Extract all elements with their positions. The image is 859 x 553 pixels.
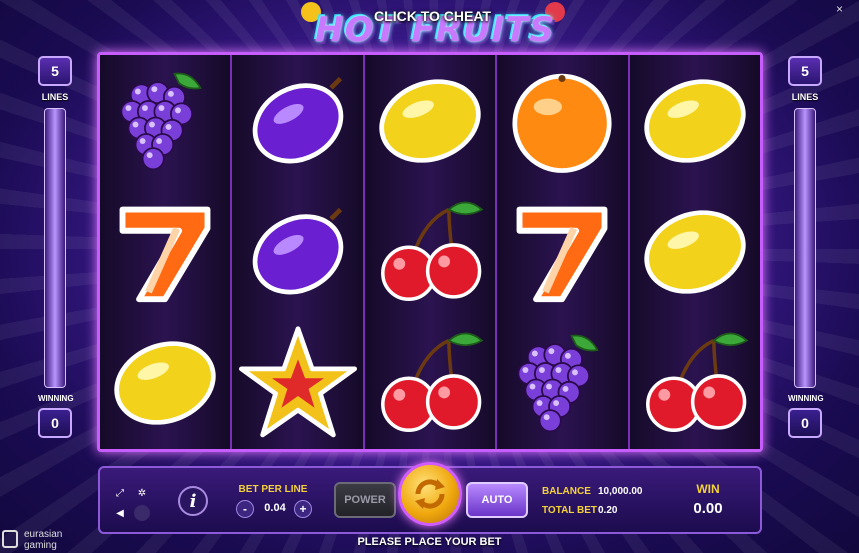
total-bet-label: TOTAL BET — [542, 505, 597, 516]
brand-line1: eurasian — [24, 529, 63, 540]
brand-mark-icon — [2, 530, 18, 548]
lemon-symbol-icon — [100, 318, 230, 449]
brand-line2: gaming — [24, 540, 57, 551]
status-message: PLEASE PLACE YOUR BET — [357, 536, 502, 548]
close-icon[interactable]: × — [836, 2, 843, 16]
bet-decrease-button[interactable]: - — [236, 500, 254, 518]
spin-arrows-icon — [415, 479, 445, 509]
brand-logo: eurasian gaming — [2, 528, 92, 552]
bet-per-line-stepper: - 0.04 + — [236, 500, 314, 518]
seven-symbol-icon — [497, 186, 627, 317]
game-title-banner[interactable]: HOT FRUITS CLICK TO CHEAT — [295, 0, 570, 52]
seven-symbol-icon — [100, 186, 230, 317]
reel-4 — [497, 55, 630, 449]
fullscreen-icon[interactable]: ⤢ — [112, 485, 128, 501]
lemon-symbol-icon — [630, 55, 760, 186]
win-label: WIN — [696, 482, 720, 496]
info-button[interactable]: i — [178, 486, 208, 516]
bet-per-line-label: BET PER LINE — [238, 484, 308, 495]
lemon-symbol-icon — [365, 55, 495, 186]
grapes-symbol-icon — [100, 55, 230, 186]
winning-label-left: WINNING — [38, 394, 74, 403]
reel-2 — [232, 55, 365, 449]
winning-value-left: 0 — [38, 408, 72, 438]
cherries-symbol-icon — [365, 186, 495, 317]
reel-5 — [629, 55, 761, 449]
win-value: 0.00 — [693, 500, 723, 517]
auto-button[interactable]: AUTO — [466, 482, 528, 518]
bet-per-line-value: 0.04 — [264, 502, 286, 514]
winning-value-right: 0 — [788, 408, 822, 438]
bet-increase-button[interactable]: + — [294, 500, 312, 518]
winning-label-right: WINNING — [788, 394, 824, 403]
plum-symbol-icon — [232, 55, 362, 186]
star-symbol-icon — [232, 318, 362, 449]
cherries-symbol-icon — [365, 318, 495, 449]
gear-icon[interactable]: ✲ — [134, 485, 150, 501]
history-icon[interactable] — [134, 505, 150, 521]
lines-count-left[interactable]: 5 — [38, 56, 72, 86]
balance-block: BALANCE 10,000.00 TOTAL BET 0.20 — [542, 486, 672, 524]
lemon-symbol-icon — [630, 186, 760, 317]
plum-symbol-icon — [232, 186, 362, 317]
lines-label-right: LINES — [791, 92, 819, 102]
control-panel: ⤢ ✲ ◀ i BET PER LINE - 0.04 + POWER AUTO… — [98, 462, 762, 534]
lines-bar-left — [44, 108, 66, 388]
power-button[interactable]: POWER — [334, 482, 396, 518]
grapes-symbol-icon — [497, 318, 627, 449]
lines-bar-right — [794, 108, 816, 388]
lines-count-right[interactable]: 5 — [788, 56, 822, 86]
sound-icon[interactable]: ◀ — [112, 505, 128, 521]
spin-button[interactable] — [398, 462, 462, 526]
cherries-symbol-icon — [630, 318, 760, 449]
balance-label: BALANCE — [542, 486, 591, 497]
total-bet-value: 0.20 — [598, 505, 618, 516]
click-to-cheat-label[interactable]: CLICK TO CHEAT — [295, 8, 570, 24]
left-lines-panel: 5 LINES WINNING 0 — [38, 56, 74, 448]
settings-cluster: ⤢ ✲ ◀ — [110, 483, 156, 523]
orange-symbol-icon — [497, 55, 627, 186]
reel-grid — [97, 52, 763, 452]
reel-1 — [100, 55, 233, 449]
reel-3 — [364, 55, 498, 449]
win-block: WIN 0.00 — [678, 482, 738, 517]
right-lines-panel: 5 LINES WINNING 0 — [788, 56, 824, 448]
lines-label-left: LINES — [41, 92, 69, 102]
balance-value: 10,000.00 — [598, 486, 643, 497]
